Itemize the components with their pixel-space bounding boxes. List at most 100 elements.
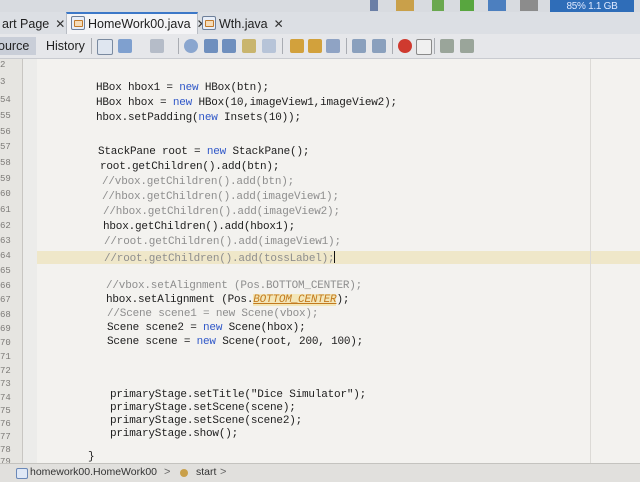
tab-label: art Page (2, 17, 50, 31)
line-number: 3 (0, 77, 6, 87)
forward-icon[interactable] (150, 39, 164, 53)
find-icon[interactable] (184, 39, 198, 53)
breadcrumb-class[interactable]: homework00.HomeWork00 (30, 464, 157, 481)
document-tab-bar: art Page ✕ HomeWork00.java✕ Wth.java ✕ (0, 12, 640, 36)
code-comment-line: //vbox.setAlignment (Pos.BOTTOM_CENTER); (106, 280, 363, 292)
code-line: hbox.getChildren().add(hbox1); (103, 221, 296, 233)
code-line: HBox hbox1 = new HBox(btn); (96, 82, 269, 94)
line-number: 58 (0, 158, 11, 168)
code-comment-line: //root.getChildren().add(tossLabel); (104, 251, 336, 265)
method-icon (180, 469, 188, 477)
toggle-bookmark2-icon[interactable] (326, 39, 340, 53)
code-line: root.getChildren().add(btn); (100, 161, 280, 173)
tab-wth-java[interactable]: Wth.java ✕ (198, 14, 284, 34)
line-number: 63 (0, 236, 11, 246)
code-line: hbox.setPadding(new Insets(10)); (96, 112, 301, 124)
tab-label: Wth.java (219, 17, 268, 31)
line-number: 69 (0, 324, 11, 334)
record-macro-icon[interactable] (398, 39, 412, 53)
toolbar-divider (392, 38, 393, 54)
right-margin-guide (590, 59, 591, 463)
code-text: hbox.setAlignment (Pos. (106, 294, 254, 306)
debug-icon[interactable] (488, 0, 506, 11)
line-number: 74 (0, 393, 11, 403)
code-line: primaryStage.setScene(scene); (110, 402, 296, 414)
find-previous-icon[interactable] (204, 39, 218, 53)
line-number: 72 (0, 366, 11, 376)
tab-start-page[interactable]: art Page ✕ (0, 14, 68, 34)
pin-icon[interactable] (370, 0, 378, 11)
next-bookmark-icon[interactable] (308, 39, 322, 53)
code-line: hbox.setAlignment (Pos.BOTTOM_CENTER); (106, 294, 349, 306)
line-number-gutter: 2 3 54 55 56 57 58 59 60 61 62 63 64 65 … (0, 59, 23, 467)
tab-homework00-java[interactable]: HomeWork00.java✕ (66, 12, 207, 36)
line-number: 57 (0, 142, 11, 152)
java-file-icon (71, 16, 85, 30)
line-number: 66 (0, 281, 11, 291)
line-number: 60 (0, 189, 11, 199)
uncomment-icon[interactable] (460, 39, 474, 53)
code-comment-line: //vbox.getChildren().add(btn); (102, 176, 295, 188)
line-number: 71 (0, 352, 11, 362)
code-line: HBox hbox = new HBox(10,imageView1,image… (96, 97, 397, 109)
line-number: 2 (0, 60, 6, 70)
tab-label: HomeWork00.java (88, 17, 191, 31)
line-number: 55 (0, 111, 11, 121)
history-tab[interactable]: History (46, 37, 85, 55)
stop-macro-icon[interactable] (416, 39, 432, 55)
toolbar-divider (91, 38, 92, 54)
line-number: 65 (0, 266, 11, 276)
code-comment-line: //hbox.getChildren().add(imageView2); (103, 206, 340, 218)
editor-toolbar: ource History (0, 34, 640, 59)
line-number: 61 (0, 205, 11, 215)
code-line: Scene scene2 = new Scene(hbox); (107, 322, 306, 334)
line-number: 59 (0, 174, 11, 184)
last-edit-icon[interactable] (97, 39, 113, 55)
line-number: 56 (0, 127, 11, 137)
toolbar-divider (178, 38, 179, 54)
code-text: //root.getChildren().add(tossLabel); (104, 253, 335, 265)
code-comment-line: //root.getChildren().add(imageView1); (104, 236, 341, 248)
comment-icon[interactable] (440, 39, 454, 53)
text-cursor (334, 251, 336, 263)
class-icon (16, 468, 28, 479)
code-line: StackPane root = new StackPane(); (98, 146, 310, 158)
breadcrumb-method[interactable]: start (196, 464, 216, 481)
enum-constant-highlight: BOTTOM_CENTER (253, 294, 337, 306)
hammer-icon[interactable] (396, 0, 414, 11)
code-line: primaryStage.setScene(scene2); (110, 415, 303, 427)
line-number: 78 (0, 445, 11, 455)
line-number: 54 (0, 95, 11, 105)
line-number: 77 (0, 432, 11, 442)
code-text: ); (336, 294, 350, 306)
close-icon[interactable]: ✕ (274, 17, 284, 31)
close-icon[interactable]: ✕ (55, 17, 65, 31)
line-number: 62 (0, 221, 11, 231)
line-number: 70 (0, 338, 11, 348)
run-icon[interactable] (460, 0, 474, 11)
line-number: 68 (0, 310, 11, 320)
back-icon[interactable] (118, 39, 132, 53)
toolbar-divider (282, 38, 283, 54)
chevron-right-icon: > (164, 466, 171, 478)
line-number: 75 (0, 406, 11, 416)
code-line: primaryStage.setTitle("Dice Simulator"); (110, 389, 367, 401)
code-line: Scene scene = new Scene(root, 200, 100); (107, 336, 364, 348)
code-line: primaryStage.show(); (110, 428, 239, 440)
breadcrumb-bar: homework00.HomeWork00 > start > (0, 463, 640, 482)
line-number: 76 (0, 419, 11, 429)
source-tab[interactable]: ource (0, 37, 36, 55)
toolbar-divider (434, 38, 435, 54)
find-next-icon[interactable] (222, 39, 236, 53)
toggle-bookmark-icon[interactable] (262, 39, 276, 53)
shift-left-icon[interactable] (352, 39, 366, 53)
toolbar-divider (346, 38, 347, 54)
shift-right-icon[interactable] (372, 39, 386, 53)
broom-icon[interactable] (432, 0, 444, 11)
profile-icon[interactable] (520, 0, 538, 11)
previous-bookmark-icon[interactable] (290, 39, 304, 53)
code-comment-line: //Scene scene1 = new Scene(vbox); (107, 308, 319, 320)
java-file-icon (202, 16, 216, 30)
fold-margin (23, 59, 37, 463)
toggle-highlight-icon[interactable] (242, 39, 256, 53)
